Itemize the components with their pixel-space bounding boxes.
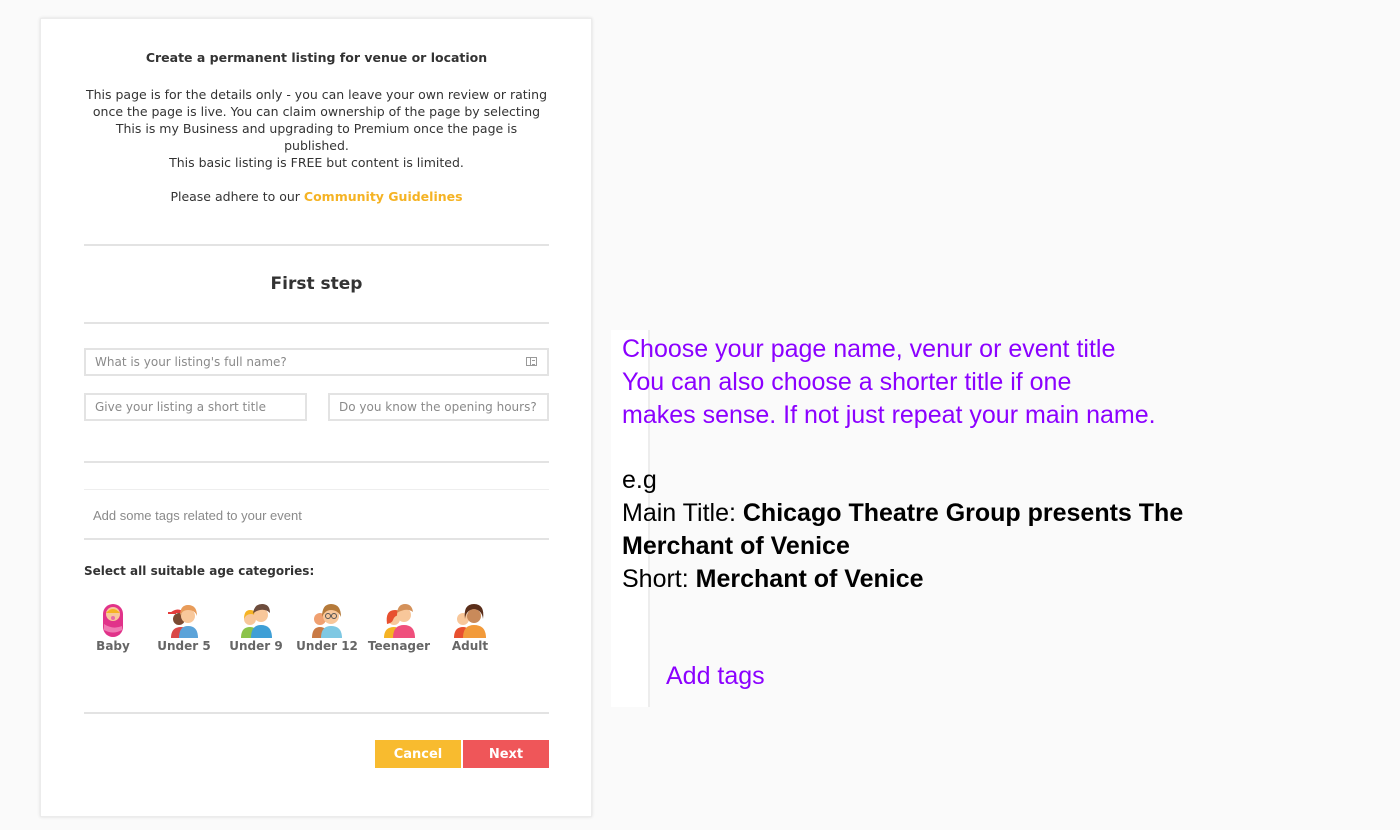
baby-icon bbox=[103, 604, 123, 637]
teenager-icon bbox=[384, 604, 415, 638]
age-option-under-9[interactable]: Under 9 bbox=[224, 602, 288, 653]
short-value: Merchant of Venice bbox=[695, 565, 924, 593]
opening-hours-input[interactable] bbox=[328, 393, 549, 421]
step-title: First step bbox=[270, 274, 363, 294]
example-prefix: e.g bbox=[622, 466, 657, 494]
annotation-example: e.g Main Title: Chicago Theatre Group pr… bbox=[622, 464, 1262, 596]
guidelines-line: Please adhere to our Community Guideline… bbox=[84, 188, 549, 205]
main-title-label: Main Title: bbox=[622, 499, 743, 527]
age-option-label: Under 9 bbox=[229, 639, 283, 653]
age-option-label: Adult bbox=[451, 639, 489, 653]
next-button[interactable]: Next bbox=[463, 740, 549, 768]
annotation-instructions: Choose your page name, venur or event ti… bbox=[622, 333, 1242, 432]
example-short-title: Short: Merchant of Venice bbox=[622, 563, 1262, 596]
annotation-add-tags: Add tags bbox=[666, 662, 765, 690]
age-option-label: Teenager bbox=[367, 639, 431, 653]
age-option-adult[interactable]: Adult bbox=[438, 602, 502, 653]
community-guidelines-link[interactable]: Community Guidelines bbox=[304, 189, 463, 204]
example-main-title: Main Title: Chicago Theatre Group presen… bbox=[622, 497, 1262, 563]
under-9-icon bbox=[241, 604, 272, 638]
age-option-label: Baby bbox=[96, 639, 130, 653]
listing-form-card: Create a permanent listing for venue or … bbox=[40, 18, 592, 817]
divider bbox=[84, 244, 549, 246]
instruction-line: Choose your page name, venur or event ti… bbox=[622, 335, 1116, 363]
divider bbox=[84, 461, 549, 463]
age-option-under-5[interactable]: Under 5 bbox=[152, 602, 216, 653]
age-option-teenager[interactable]: Teenager bbox=[367, 602, 431, 653]
under-12-icon bbox=[312, 604, 342, 638]
age-option-under-12[interactable]: Under 12 bbox=[295, 602, 359, 653]
age-categories-label: Select all suitable age categories: bbox=[84, 564, 315, 578]
divider bbox=[84, 712, 549, 714]
contact-card-icon bbox=[526, 357, 537, 366]
divider bbox=[84, 538, 549, 540]
age-option-baby[interactable]: Baby bbox=[81, 602, 145, 653]
guidelines-prefix: Please adhere to our bbox=[170, 189, 304, 204]
intro-title: Create a permanent listing for venue or … bbox=[145, 50, 488, 65]
cancel-button[interactable]: Cancel bbox=[375, 740, 461, 768]
intro-paragraph: This page is for the details only - you … bbox=[85, 87, 548, 153]
short-label: Short: bbox=[622, 565, 696, 593]
short-title-input[interactable] bbox=[84, 393, 307, 421]
divider bbox=[84, 322, 549, 324]
adult-icon bbox=[454, 604, 486, 638]
free-notice: This basic listing is FREE but content i… bbox=[169, 155, 464, 170]
age-option-label: Under 12 bbox=[296, 639, 358, 653]
age-categories: Baby Under 5 Under 9 Under 12 Teenager A… bbox=[84, 602, 504, 658]
full-name-input[interactable] bbox=[84, 348, 549, 376]
instruction-line: makes sense. If not just repeat your mai… bbox=[622, 401, 1156, 429]
under-5-icon bbox=[168, 605, 198, 638]
tags-input[interactable] bbox=[84, 489, 549, 537]
instruction-line: You can also choose a shorter title if o… bbox=[622, 368, 1072, 396]
age-option-label: Under 5 bbox=[157, 639, 211, 653]
